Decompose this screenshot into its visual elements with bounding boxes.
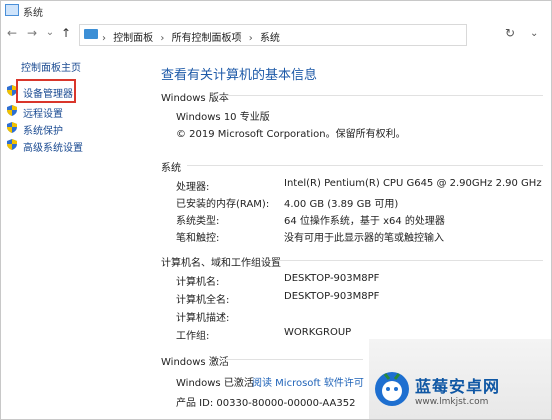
chevron-down-icon[interactable]: ⌄ bbox=[530, 28, 538, 39]
description-label: 计算机描述: bbox=[176, 313, 230, 324]
main-content: 查看有关计算机的基本信息 Windows 版本 Windows 10 专业版 ©… bbox=[151, 49, 551, 419]
shield-icon bbox=[7, 122, 17, 133]
sidebar-item-advanced-settings[interactable]: 高级系统设置 bbox=[5, 137, 145, 154]
ram-label: 已安装的内存(RAM): bbox=[176, 199, 270, 210]
sidebar-item-label: 系统保护 bbox=[23, 126, 63, 137]
computer-name-value: DESKTOP-903M8PF bbox=[284, 273, 380, 284]
workgroup-label: 工作组: bbox=[176, 331, 210, 342]
divider bbox=[187, 165, 543, 166]
divider bbox=[223, 359, 363, 360]
activation-status: Windows 已激活 bbox=[176, 378, 254, 389]
edition-name: Windows 10 专业版 bbox=[176, 112, 270, 123]
system-type-value: 64 位操作系统，基于 x64 的处理器 bbox=[284, 216, 445, 227]
breadcrumb-separator-icon: › bbox=[102, 33, 106, 44]
breadcrumb-all-items[interactable]: 所有控制面板项 bbox=[172, 33, 242, 44]
computer-icon bbox=[84, 29, 98, 39]
divider bbox=[213, 95, 543, 96]
system-icon bbox=[5, 4, 19, 16]
address-box[interactable]: › 控制面板 › 所有控制面板项 › 系统 ⌄ bbox=[79, 24, 538, 46]
system-window: 系统 ← → ⌄ ↑ › 控制面板 › 所有控制面板项 › 系统 ⌄ ↻ 控制面… bbox=[0, 0, 552, 420]
shield-icon bbox=[7, 139, 17, 150]
license-link[interactable]: 阅读 Microsoft 软件许可 bbox=[252, 374, 364, 389]
workgroup-value: WORKGROUP bbox=[284, 327, 352, 338]
section-title-activation: Windows 激活 bbox=[161, 357, 229, 368]
back-arrow-icon[interactable]: ← bbox=[5, 26, 19, 40]
highlight-box bbox=[16, 79, 76, 103]
sidebar-item-label: 高级系统设置 bbox=[23, 143, 83, 154]
section-title-computer: 计算机名、域和工作组设置 bbox=[161, 258, 281, 269]
divider bbox=[275, 260, 543, 261]
breadcrumb: › 控制面板 › 所有控制面板项 › 系统 bbox=[102, 29, 284, 44]
sidebar-item-remote-settings[interactable]: 远程设置 bbox=[5, 103, 145, 120]
computer-name-label: 计算机名: bbox=[176, 277, 220, 288]
pen-touch-label: 笔和触控: bbox=[176, 233, 220, 244]
product-id: 产品 ID: 00330-80000-00000-AA352 bbox=[176, 398, 356, 409]
refresh-icon[interactable]: ↻ bbox=[505, 26, 515, 40]
sidebar: 控制面板主页 设备管理器 远程设置 系统保护 高级系统设置 bbox=[1, 49, 151, 419]
breadcrumb-control-panel[interactable]: 控制面板 bbox=[113, 33, 153, 44]
up-arrow-icon[interactable]: ↑ bbox=[59, 26, 73, 40]
section-title-edition: Windows 版本 bbox=[161, 93, 229, 104]
forward-arrow-icon[interactable]: → bbox=[25, 26, 39, 40]
sidebar-control-panel-home[interactable]: 控制面板主页 bbox=[21, 59, 81, 74]
sidebar-item-system-protection[interactable]: 系统保护 bbox=[5, 120, 145, 137]
page-title: 查看有关计算机的基本信息 bbox=[161, 68, 318, 83]
watermark-url: www.lmkjst.com bbox=[415, 397, 489, 407]
sidebar-item-label: 远程设置 bbox=[23, 109, 63, 120]
recent-locations-icon[interactable]: ⌄ bbox=[43, 27, 57, 38]
copyright-text: © 2019 Microsoft Corporation。保留所有权利。 bbox=[176, 129, 406, 140]
window-title: 系统 bbox=[23, 8, 43, 19]
blueberry-logo-icon bbox=[375, 372, 409, 406]
processor-value: Intel(R) Pentium(R) CPU G645 @ 2.90GHz 2… bbox=[284, 178, 542, 189]
full-name-value: DESKTOP-903M8PF bbox=[284, 291, 380, 302]
breadcrumb-separator-icon: › bbox=[248, 33, 253, 44]
title-bar: 系统 bbox=[1, 1, 551, 19]
ram-value: 4.00 GB (3.89 GB 可用) bbox=[284, 199, 399, 210]
breadcrumb-system[interactable]: 系统 bbox=[260, 33, 280, 44]
shield-icon bbox=[7, 105, 17, 116]
breadcrumb-separator-icon: › bbox=[160, 33, 165, 44]
address-bar: ← → ⌄ ↑ › 控制面板 › 所有控制面板项 › 系统 ⌄ ↻ bbox=[1, 21, 551, 47]
pen-touch-value: 没有可用于此显示器的笔或触控输入 bbox=[284, 233, 444, 244]
full-name-label: 计算机全名: bbox=[176, 295, 230, 306]
watermark-name: 蓝莓安卓网 bbox=[415, 377, 501, 396]
system-type-label: 系统类型: bbox=[176, 216, 220, 227]
processor-label: 处理器: bbox=[176, 182, 210, 193]
section-title-system: 系统 bbox=[161, 163, 181, 174]
